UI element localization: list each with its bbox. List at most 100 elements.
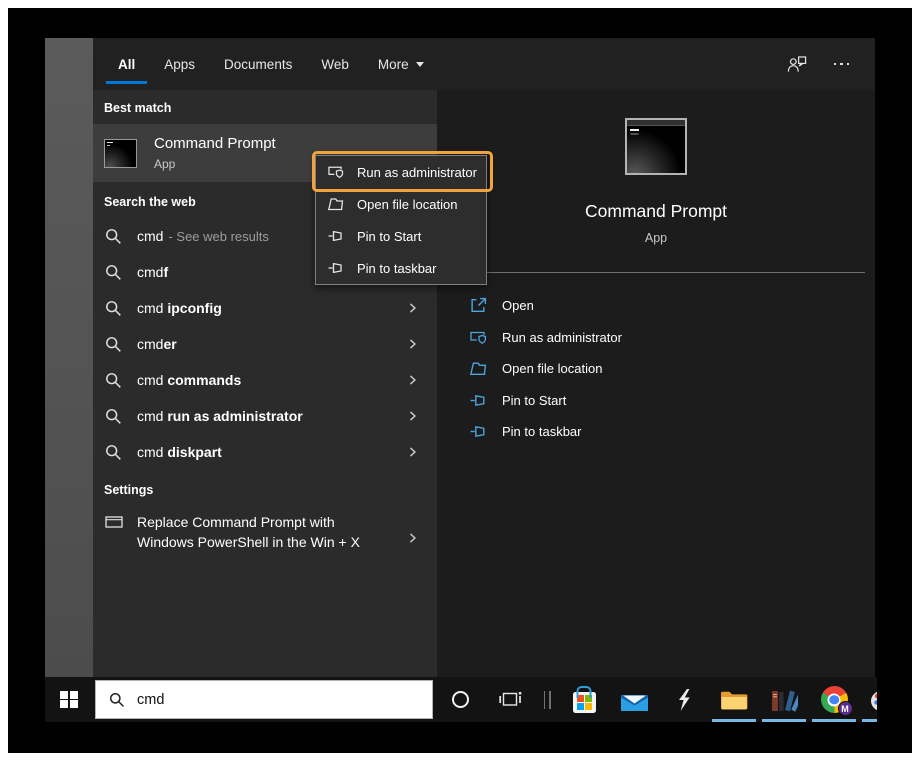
chevron-right-icon[interactable] — [406, 338, 419, 351]
pin-icon — [328, 260, 344, 276]
action-label: Open — [502, 298, 534, 313]
settings-header: Settings — [93, 470, 437, 506]
best-match-subtitle: App — [154, 157, 276, 171]
pin-icon — [470, 423, 487, 440]
search-suggestion-cmd-diskpart[interactable]: cmd diskpart — [93, 434, 437, 470]
search-icon — [109, 692, 125, 708]
taskbar-icon-palette[interactable] — [859, 677, 877, 722]
search-filter-tabbar: All Apps Documents Web More — [93, 38, 875, 90]
taskbar-icon-store[interactable] — [559, 677, 609, 722]
suggestion-text: cmd diskpart — [137, 444, 222, 460]
screenshot-frame: All Apps Documents Web More Best match Comma… — [8, 8, 912, 753]
suggestion-text: cmder — [137, 336, 177, 352]
settings-result-line1: Replace Command Prompt with — [137, 512, 360, 532]
lightning-icon — [676, 688, 692, 712]
taskbar-icon-books[interactable] — [759, 677, 809, 722]
chevron-right-icon[interactable] — [406, 374, 419, 387]
tab-documents[interactable]: Documents — [224, 38, 292, 90]
tab-label: All — [118, 57, 135, 72]
cortana-icon — [452, 691, 469, 708]
tab-label: Apps — [164, 57, 195, 72]
admin-shield-icon — [470, 329, 487, 346]
folder-icon — [470, 360, 487, 377]
taskbar-separator — [535, 677, 559, 722]
chevron-down-icon — [416, 62, 424, 67]
menu-item-label: Pin to taskbar — [357, 261, 437, 276]
chevron-right-icon[interactable] — [406, 446, 419, 459]
tab-more[interactable]: More — [378, 38, 424, 90]
settings-result[interactable]: Replace Command Prompt with Windows Powe… — [93, 506, 437, 552]
menu-item-label: Open file location — [357, 197, 457, 212]
context-menu-item-open-file-location[interactable]: Open file location — [316, 188, 486, 220]
preview-action-run-as-administrator[interactable]: Run as administrator — [437, 322, 875, 354]
context-menu: Run as administrator Open file location Pi… — [315, 155, 487, 285]
suggestion-text: cmd ipconfig — [137, 300, 222, 316]
search-icon — [105, 372, 122, 389]
taskbar-search-value: cmd — [137, 692, 164, 708]
taskbar: cmd M — [45, 677, 877, 722]
pin-icon — [328, 228, 344, 244]
search-suggestion-cmd-run-as-administrator[interactable]: cmd run as administrator — [93, 398, 437, 434]
action-label: Pin to taskbar — [502, 424, 582, 439]
active-tab-underline — [106, 81, 147, 84]
action-label: Pin to Start — [502, 393, 566, 408]
menu-item-label: Pin to Start — [357, 229, 421, 244]
pin-icon — [470, 392, 487, 409]
suggestion-text: cmdf — [137, 264, 168, 280]
windows-logo-icon — [60, 691, 78, 709]
action-label: Run as administrator — [502, 330, 622, 345]
suggestion-text: cmd- See web results — [137, 228, 269, 244]
start-button[interactable] — [45, 677, 93, 722]
chevron-right-icon[interactable] — [406, 302, 419, 315]
folder-icon — [328, 196, 344, 212]
tab-label: Documents — [224, 57, 292, 72]
preview-action-pin-to-taskbar[interactable]: Pin to taskbar — [437, 416, 875, 448]
tab-apps[interactable]: Apps — [164, 38, 195, 90]
taskbar-search-box[interactable]: cmd — [95, 680, 433, 719]
taskbar-icon-row: M — [435, 677, 877, 722]
search-icon — [105, 264, 122, 281]
taskbar-icon-cortana[interactable] — [435, 677, 485, 722]
best-match-title: Command Prompt — [154, 135, 276, 152]
context-menu-item-pin-to-taskbar[interactable]: Pin to taskbar — [316, 252, 486, 284]
preview-action-open-file-location[interactable]: Open file location — [437, 353, 875, 385]
search-icon — [105, 300, 122, 317]
chrome-icon: M — [821, 686, 848, 713]
command-prompt-icon — [104, 139, 137, 168]
search-suggestion-cmder[interactable]: cmder — [93, 326, 437, 362]
books-icon — [771, 688, 798, 712]
tab-all[interactable]: All — [118, 38, 135, 90]
search-icon — [105, 444, 122, 461]
taskbar-icon-lightning[interactable] — [659, 677, 709, 722]
search-icon — [105, 228, 122, 245]
file-explorer-icon — [720, 689, 748, 711]
chevron-right-icon[interactable] — [406, 410, 419, 423]
microsoft-store-icon — [573, 692, 596, 713]
admin-shield-icon — [328, 164, 344, 180]
task-view-icon — [499, 691, 522, 708]
taskbar-icon-chrome[interactable]: M — [809, 677, 859, 722]
ellipsis-icon[interactable] — [834, 63, 850, 66]
user-feedback-icon[interactable] — [787, 55, 807, 73]
command-prompt-icon-large — [625, 118, 687, 175]
preview-action-pin-to-start[interactable]: Pin to Start — [437, 385, 875, 417]
best-match-header: Best match — [93, 90, 437, 124]
taskbar-icon-mail[interactable] — [609, 677, 659, 722]
windows-search-flyout: All Apps Documents Web More Best match Comma… — [93, 38, 875, 677]
tab-web[interactable]: Web — [321, 38, 349, 90]
result-preview-pane: Command Prompt App OpenRun as administra… — [437, 90, 875, 677]
tab-label: More — [378, 57, 409, 72]
action-label: Open file location — [502, 361, 602, 376]
context-menu-item-pin-to-start[interactable]: Pin to Start — [316, 220, 486, 252]
context-menu-item-run-as-administrator[interactable]: Run as administrator — [316, 156, 486, 188]
taskbar-icon-file-explorer[interactable] — [709, 677, 759, 722]
search-suggestion-cmd-ipconfig[interactable]: cmd ipconfig — [93, 290, 437, 326]
search-icon — [105, 336, 122, 353]
window-setting-icon — [105, 515, 123, 529]
preview-action-list: Open Run as administrator Open file locati… — [437, 290, 875, 448]
chevron-right-icon[interactable] — [406, 532, 419, 545]
preview-action-open[interactable]: Open — [437, 290, 875, 322]
preview-divider — [470, 272, 865, 273]
taskbar-icon-task-view[interactable] — [485, 677, 535, 722]
search-suggestion-cmd-commands[interactable]: cmd commands — [93, 362, 437, 398]
